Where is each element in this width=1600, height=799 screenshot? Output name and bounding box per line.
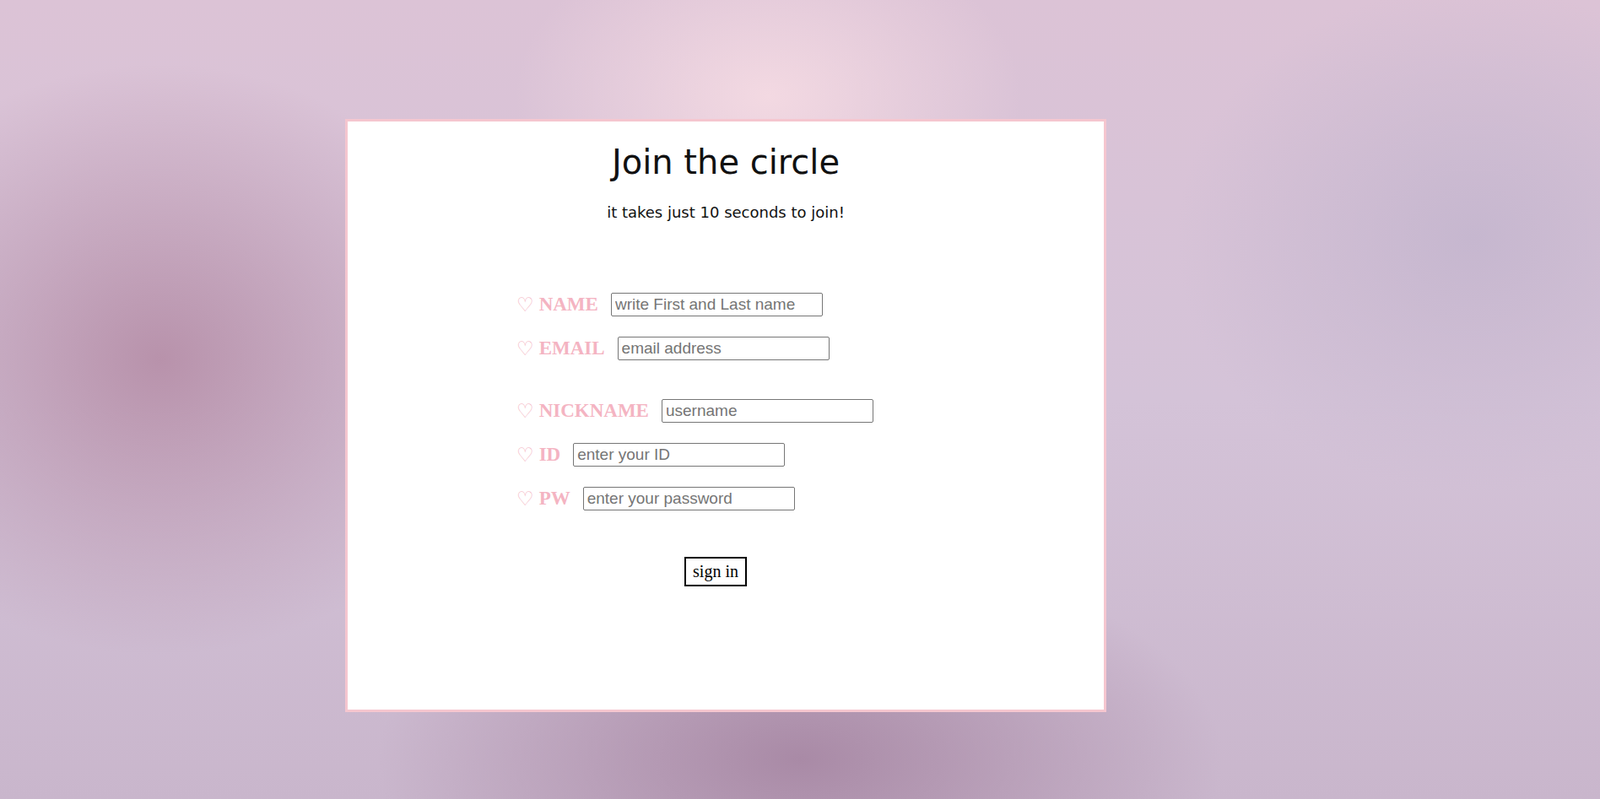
field-group: ♡NAME♡EMAIL (516, 291, 1104, 362)
form-row: ♡NICKNAME (516, 398, 1104, 424)
page-title: Join the circle (347, 140, 1104, 184)
sign-in-button[interactable]: sign in (684, 556, 747, 587)
label-text: EMAIL (539, 337, 606, 360)
text-input[interactable] (610, 292, 823, 317)
form-row: ♡EMAIL (516, 335, 1104, 362)
label-text: PW (539, 487, 571, 510)
heart-icon: ♡ (516, 443, 535, 466)
field-label: ♡NAME (516, 293, 599, 316)
field-label: ♡NICKNAME (516, 400, 649, 422)
signup-form: ♡NAME♡EMAIL♡NICKNAME♡ID♡PWsign in (347, 291, 1104, 587)
heart-icon: ♡ (516, 400, 535, 422)
page-background: Join the circle it takes just 10 seconds … (0, 0, 1600, 799)
text-input[interactable] (583, 486, 795, 511)
text-input[interactable] (617, 336, 830, 361)
form-actions: sign in (347, 556, 1104, 587)
label-text: NICKNAME (539, 400, 649, 422)
heart-icon: ♡ (516, 487, 535, 510)
field-label: ♡PW (516, 487, 571, 510)
text-input[interactable] (572, 443, 785, 467)
text-input[interactable] (661, 399, 874, 423)
form-row: ♡ID (516, 442, 1104, 468)
form-row: ♡NAME (516, 291, 1104, 318)
field-label: ♡EMAIL (516, 337, 606, 360)
label-text: NAME (539, 293, 599, 316)
signup-card: Join the circle it takes just 10 seconds … (345, 118, 1107, 713)
page-subtitle: it takes just 10 seconds to join! (347, 202, 1104, 223)
heart-icon: ♡ (516, 293, 535, 316)
label-text: ID (539, 443, 562, 466)
field-label: ♡ID (516, 443, 561, 466)
heart-icon: ♡ (516, 337, 535, 360)
form-row: ♡PW (516, 486, 1104, 512)
field-group: ♡NICKNAME♡ID♡PW (516, 398, 1104, 512)
